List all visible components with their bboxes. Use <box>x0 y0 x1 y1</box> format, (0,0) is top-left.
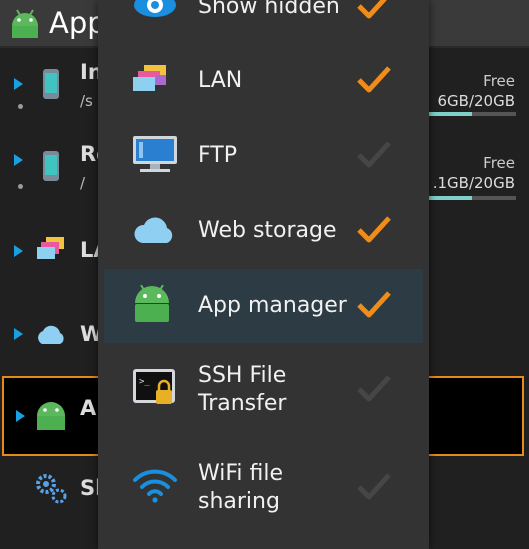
storage-path: / <box>80 174 86 192</box>
gears-icon <box>34 472 68 508</box>
more-dot-icon <box>18 184 23 189</box>
ftp-monitor-icon <box>132 135 178 177</box>
checkmark-icon <box>356 0 392 24</box>
free-label: Free <box>483 154 515 172</box>
checkmark-icon <box>356 289 392 323</box>
menu-item-label: WiFi file sharing <box>198 461 284 514</box>
cloud-icon <box>34 322 68 350</box>
menu-item-show-hidden[interactable]: Show hidden <box>104 0 423 44</box>
menu-item-app-manager[interactable]: App manager <box>104 269 423 343</box>
eye-icon <box>132 0 178 24</box>
menu-item-web-storage[interactable]: Web storage <box>104 194 423 268</box>
menu-item-label: Show hidden <box>198 0 340 19</box>
menu-item-label: LAN <box>198 68 243 93</box>
expand-arrow-icon[interactable] <box>14 154 23 166</box>
storage-usage: 6GB/20GB <box>437 92 515 110</box>
android-icon <box>132 284 172 327</box>
checkmark-icon <box>356 471 392 505</box>
checkmark-icon <box>356 214 392 248</box>
android-icon <box>34 400 68 436</box>
wifi-icon <box>132 468 178 508</box>
android-icon <box>8 6 42 44</box>
storage-path: /s <box>80 92 93 110</box>
checkmark-icon <box>356 139 392 173</box>
storage-options-menu: Show hidden LAN FTP Web storage App mana… <box>98 0 429 549</box>
menu-item-ssh-file-transfer[interactable]: >_ SSH File Transfer <box>104 344 423 436</box>
phone-icon <box>42 150 60 186</box>
menu-item-label: Web storage <box>198 218 337 243</box>
storage-usage-bar <box>428 196 516 200</box>
storage-usage-bar <box>428 112 516 116</box>
phone-icon <box>42 68 60 104</box>
lan-icon <box>132 64 170 98</box>
menu-item-label: FTP <box>198 143 237 168</box>
storage-usage: .1GB/20GB <box>432 174 515 192</box>
more-dot-icon <box>18 104 23 109</box>
free-label: Free <box>483 72 515 90</box>
expand-arrow-icon[interactable] <box>14 245 23 257</box>
menu-item-wifi-file-sharing[interactable]: WiFi file sharing <box>104 442 423 534</box>
expand-arrow-icon[interactable] <box>14 78 23 90</box>
lan-icon <box>36 236 68 266</box>
svg-text:>_: >_ <box>139 377 150 387</box>
menu-item-ftp[interactable]: FTP <box>104 119 423 193</box>
menu-item-label: App manager <box>198 293 347 318</box>
menu-item-label: SSH File Transfer <box>198 363 287 416</box>
checkmark-icon <box>356 64 392 98</box>
menu-item-lan[interactable]: LAN <box>104 44 423 118</box>
expand-arrow-icon[interactable] <box>14 328 23 340</box>
cloud-icon <box>132 213 178 249</box>
checkmark-icon <box>356 373 392 407</box>
expand-arrow-icon[interactable] <box>16 410 25 422</box>
ssh-terminal-icon: >_ <box>132 368 178 412</box>
